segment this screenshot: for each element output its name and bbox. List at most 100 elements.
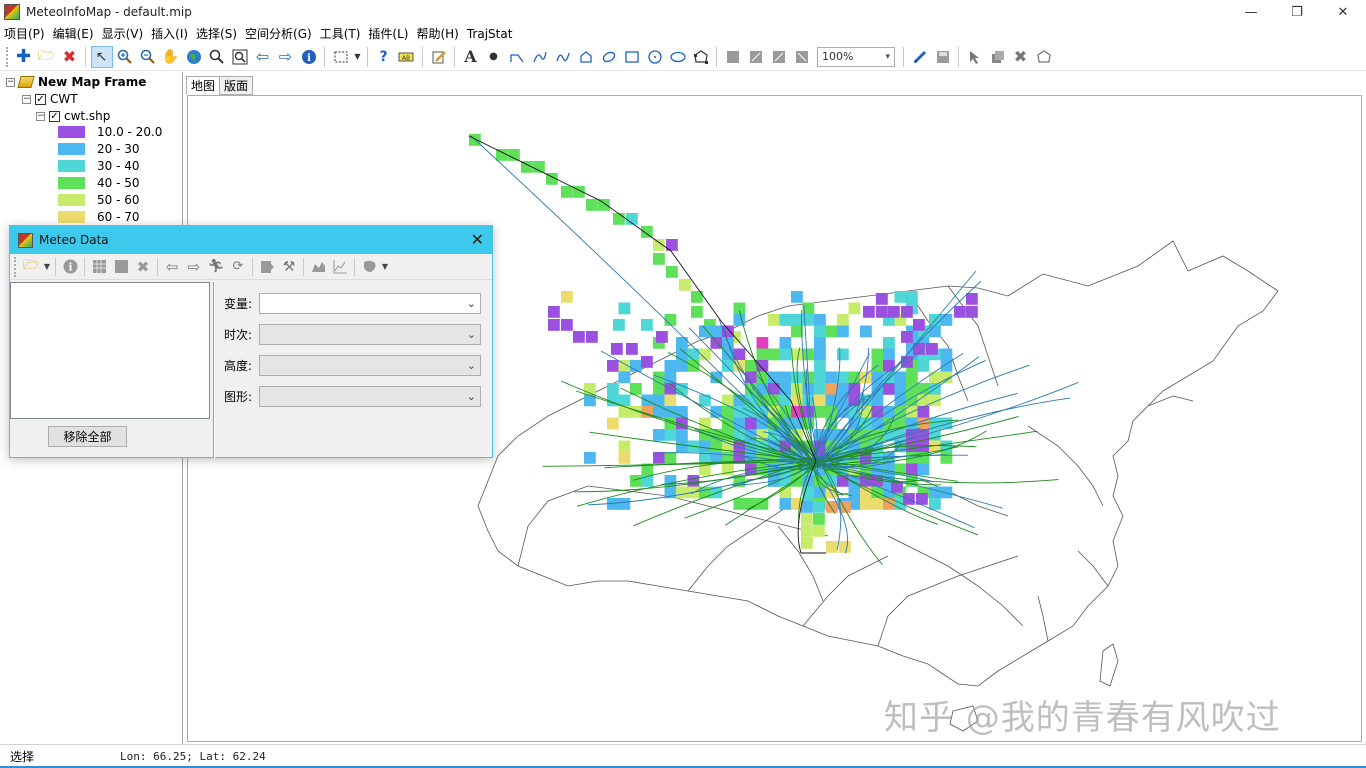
- menu-insert[interactable]: 插入(I): [147, 25, 192, 42]
- tab-map[interactable]: 地图: [186, 76, 221, 95]
- layer-visibility-checkbox[interactable]: ✓: [49, 110, 60, 122]
- next-time-icon[interactable]: ⇨: [183, 256, 205, 278]
- menu-spatial-analysis[interactable]: 空间分析(G): [241, 25, 316, 42]
- edit-vertices-icon[interactable]: [690, 46, 712, 68]
- legend-label: 50 - 60: [97, 193, 140, 207]
- collapse-icon[interactable]: −: [6, 77, 15, 87]
- full-extent-globe-icon[interactable]: [183, 46, 205, 68]
- freehand-tool-icon[interactable]: [529, 46, 551, 68]
- zoom-out-icon[interactable]: [137, 46, 159, 68]
- group-visibility-checkbox[interactable]: ✓: [35, 93, 46, 105]
- pan-hand-icon[interactable]: ✋: [160, 46, 182, 68]
- plot-type-icon[interactable]: [358, 256, 380, 278]
- layout-fit-icon[interactable]: [745, 46, 767, 68]
- dialog-title-bar[interactable]: Meteo Data ✕: [10, 226, 492, 254]
- collapse-icon[interactable]: −: [22, 94, 31, 104]
- animate-loop-icon[interactable]: ⟳: [227, 256, 249, 278]
- curve-polygon-tool-icon[interactable]: [598, 46, 620, 68]
- select-pointer-icon[interactable]: ↖: [90, 45, 113, 68]
- data-stop-icon[interactable]: [110, 256, 132, 278]
- open-dropdown-chevron-icon[interactable]: ▼: [42, 256, 52, 278]
- back-arrow-icon[interactable]: ⇦: [252, 46, 274, 68]
- level-select[interactable]: ⌄: [259, 354, 481, 376]
- label-tool-icon[interactable]: AB: [396, 46, 418, 68]
- tab-layout[interactable]: 版面: [219, 76, 254, 95]
- add-vertex-polygon-icon[interactable]: [1033, 46, 1055, 68]
- settings-tools-icon[interactable]: ⚒: [278, 256, 300, 278]
- menu-select[interactable]: 选择(S): [192, 25, 241, 42]
- cwt-cell: [561, 186, 573, 198]
- polygon-tool-icon[interactable]: [575, 46, 597, 68]
- legend-swatch: [58, 160, 85, 172]
- restore-button[interactable]: ❐: [1274, 0, 1320, 24]
- remove-layer-icon[interactable]: ✖: [59, 46, 81, 68]
- tree-row-group[interactable]: − ✓ CWT: [22, 91, 78, 107]
- close-button[interactable]: ✕: [1320, 0, 1366, 24]
- data-grid-icon[interactable]: [88, 256, 110, 278]
- line-chart-icon[interactable]: [329, 256, 351, 278]
- map-frame-label: New Map Frame: [38, 75, 147, 89]
- zoom-in-icon[interactable]: [114, 46, 136, 68]
- menu-view[interactable]: 显示(V): [98, 25, 148, 42]
- copy-feature-icon[interactable]: [987, 46, 1009, 68]
- menu-plugins[interactable]: 插件(L): [364, 25, 412, 42]
- forward-arrow-icon[interactable]: ⇨: [275, 46, 297, 68]
- menu-trajstat[interactable]: TrajStat: [463, 27, 517, 41]
- tree-row-map-frame[interactable]: − New Map Frame: [6, 74, 146, 90]
- variable-select[interactable]: ⌄: [259, 292, 481, 314]
- chevron-down-icon: ⌄: [466, 296, 476, 310]
- delete-feature-icon[interactable]: ✖: [1010, 46, 1032, 68]
- area-plot-icon[interactable]: [307, 256, 329, 278]
- data-delete-icon[interactable]: ✖: [132, 256, 154, 278]
- rectangle-tool-icon[interactable]: [621, 46, 643, 68]
- plot-type-chevron-icon[interactable]: ▼: [380, 256, 390, 278]
- menu-tools[interactable]: 工具(T): [316, 25, 365, 42]
- data-file-list[interactable]: [10, 282, 210, 419]
- add-layer-icon[interactable]: ✚: [13, 46, 35, 68]
- menu-help[interactable]: 帮助(H): [412, 25, 462, 42]
- layout-page-icon[interactable]: [722, 46, 744, 68]
- zoom-search-icon[interactable]: [206, 46, 228, 68]
- dialog-app-icon: [18, 232, 33, 248]
- remove-all-button[interactable]: 移除全部: [48, 426, 127, 447]
- zoom-to-layer-icon[interactable]: [229, 46, 251, 68]
- help-query-icon[interactable]: ?: [373, 46, 395, 68]
- minimize-button[interactable]: —: [1228, 0, 1274, 24]
- tree-row-layer[interactable]: − ✓ cwt.shp: [36, 108, 110, 124]
- menu-project[interactable]: 项目(P): [0, 25, 49, 42]
- dialog-splitter[interactable]: [213, 282, 215, 458]
- layout-zoom-out-icon[interactable]: [791, 46, 813, 68]
- toolbar-grip[interactable]: [6, 46, 9, 67]
- select-rectangle-icon[interactable]: [330, 46, 352, 68]
- legend-label: 10.0 - 20.0: [97, 125, 163, 139]
- previous-time-icon[interactable]: ⇦: [161, 256, 183, 278]
- open-data-folder-icon[interactable]: 🗁: [20, 256, 42, 278]
- edit-pencil-icon[interactable]: [428, 46, 450, 68]
- point-tool-icon[interactable]: ●: [483, 46, 505, 68]
- cwt-cell: [586, 331, 598, 343]
- section-plot-icon[interactable]: [256, 256, 278, 278]
- cwt-cell: [802, 486, 815, 499]
- text-tool-icon[interactable]: A: [460, 46, 482, 68]
- zoom-level-select[interactable]: 100% ▾: [817, 46, 895, 67]
- ellipse-tool-icon[interactable]: [667, 46, 689, 68]
- cwt-cell: [848, 383, 861, 395]
- animate-runner-icon[interactable]: 🏃︎: [205, 256, 227, 278]
- dialog-close-button[interactable]: ✕: [471, 230, 484, 249]
- edit-feature-pencil-icon[interactable]: [909, 46, 931, 68]
- circle-tool-icon[interactable]: [644, 46, 666, 68]
- polyline-tool-icon[interactable]: [506, 46, 528, 68]
- time-select[interactable]: ⌄: [259, 323, 481, 345]
- layout-zoom-in-icon[interactable]: [768, 46, 790, 68]
- select-feature-arrow-icon[interactable]: [964, 46, 986, 68]
- curve-tool-icon[interactable]: [552, 46, 574, 68]
- collapse-icon[interactable]: −: [36, 111, 45, 121]
- identify-info-icon[interactable]: i: [298, 46, 320, 68]
- open-folder-icon[interactable]: 🗁: [36, 46, 58, 68]
- menu-edit[interactable]: 编辑(E): [49, 25, 98, 42]
- data-info-icon[interactable]: i: [59, 256, 81, 278]
- select-dropdown-chevron-icon[interactable]: ▼: [353, 46, 363, 68]
- save-edits-icon[interactable]: [932, 46, 954, 68]
- toolbar-grip[interactable]: [14, 256, 17, 277]
- graphic-type-select[interactable]: ⌄: [259, 385, 481, 407]
